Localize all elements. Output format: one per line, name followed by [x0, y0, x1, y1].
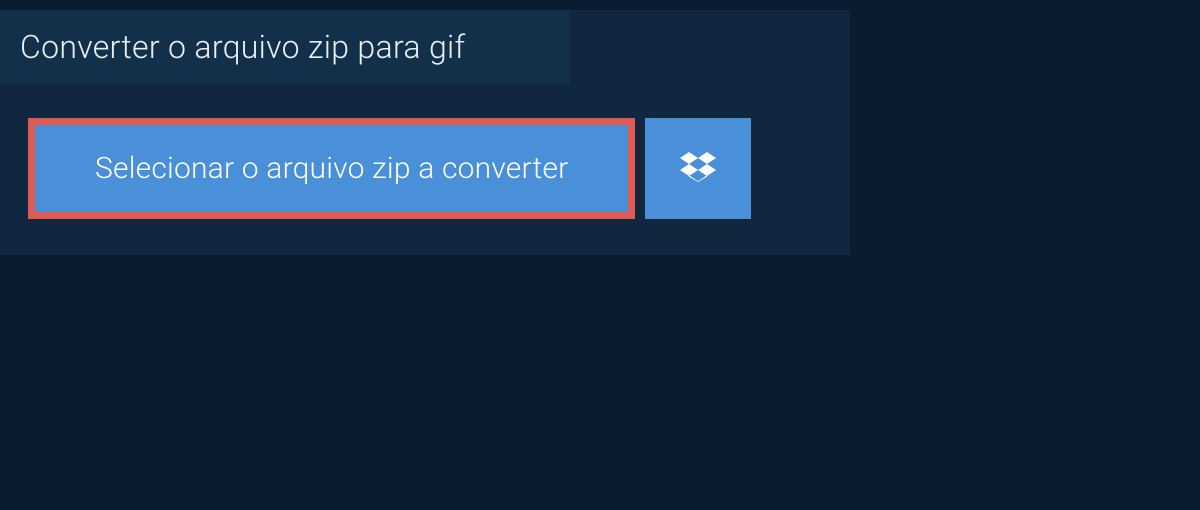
dropbox-icon [680, 149, 716, 189]
dropbox-button[interactable] [645, 118, 751, 219]
converter-panel: Converter o arquivo zip para gif Selecio… [0, 10, 850, 255]
page-title: Converter o arquivo zip para gif [20, 28, 550, 66]
select-file-button[interactable]: Selecionar o arquivo zip a converter [28, 118, 635, 219]
title-bar: Converter o arquivo zip para gif [0, 10, 570, 84]
select-file-label: Selecionar o arquivo zip a converter [95, 151, 568, 186]
button-row: Selecionar o arquivo zip a converter [0, 84, 850, 255]
